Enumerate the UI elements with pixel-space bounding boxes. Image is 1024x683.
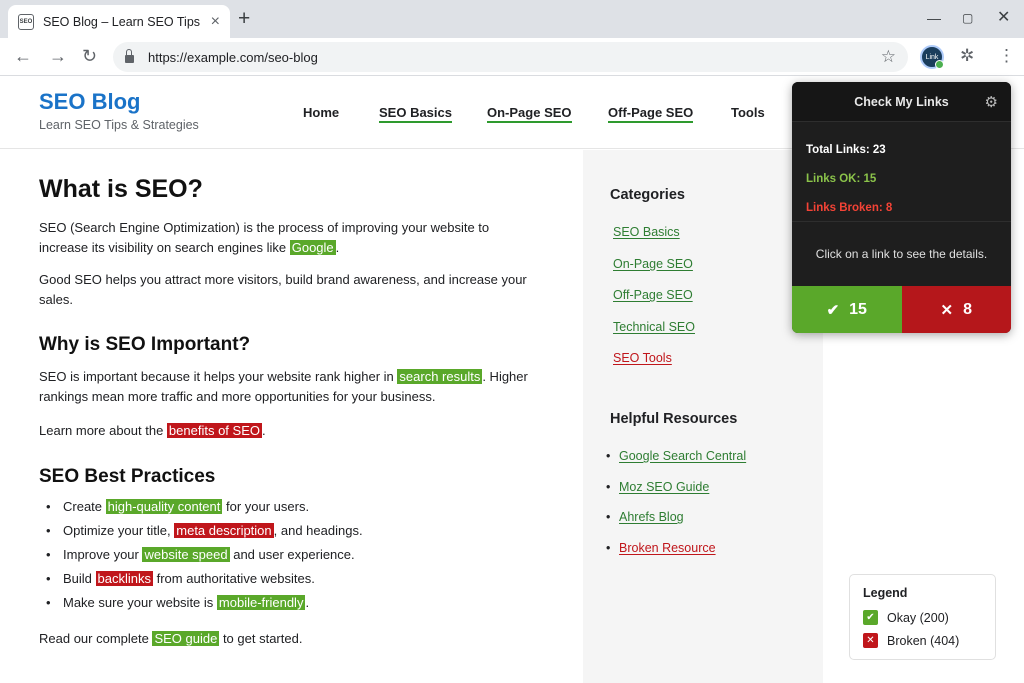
- best-practices-list: Create high-quality content for your use…: [46, 495, 363, 615]
- list-item: Create high-quality content for your use…: [46, 495, 363, 519]
- total-links-stat: Total Links: 23: [806, 144, 886, 156]
- kebab-menu-icon[interactable]: ⋮: [998, 46, 1015, 66]
- close-tab-icon[interactable]: ×: [211, 13, 220, 31]
- list-item: Improve your website speed and user expe…: [46, 543, 363, 567]
- list-item: • Moz SEO Guide: [606, 480, 710, 494]
- browser-toolbar: ← → ↻ https://example.com/seo-blog ☆ Lin…: [0, 38, 1024, 76]
- heading-why-important: Why is SEO Important?: [39, 334, 251, 355]
- legend-title: Legend: [863, 586, 908, 600]
- url-text: https://example.com/seo-blog: [148, 49, 318, 65]
- favicon-icon: SEO: [18, 13, 34, 30]
- category-seo-tools[interactable]: SEO Tools: [613, 351, 672, 365]
- address-bar[interactable]: https://example.com/seo-blog ☆: [113, 42, 908, 72]
- check-my-links-extension-button[interactable]: Link: [920, 45, 944, 69]
- legend-item-broken: ✕ Broken (404): [863, 629, 995, 652]
- list-item: • Broken Resource: [606, 541, 716, 555]
- nav-seo-basics[interactable]: SEO Basics: [379, 105, 452, 123]
- popup-title: Check My Links: [854, 94, 949, 109]
- check-my-links-popup: Check My Links ⚙ Total Links: 23 Links O…: [792, 82, 1011, 333]
- category-on-page-seo[interactable]: On-Page SEO: [613, 257, 693, 271]
- browser-tab[interactable]: SEO SEO Blog – Learn SEO Tips ×: [8, 5, 230, 38]
- broken-count: 8: [963, 300, 972, 318]
- heading-best-practices: SEO Best Practices: [39, 466, 216, 487]
- resource-google-search-central[interactable]: Google Search Central: [619, 449, 746, 463]
- paragraph-learn-more: Learn more about the benefits of SEO.: [39, 423, 266, 438]
- list-item: • Ahrefs Blog: [606, 510, 684, 524]
- popup-stats: Total Links: 23 Links OK: 15 Links Broke…: [792, 122, 1011, 222]
- show-ok-links-button[interactable]: ✔ 15: [792, 286, 902, 333]
- x-icon: ✕: [940, 301, 954, 319]
- list-item: • Google Search Central: [606, 449, 747, 463]
- nav-off-page-seo[interactable]: Off-Page SEO: [608, 105, 694, 123]
- legend-item-ok: ✔ Okay (200): [863, 606, 995, 629]
- site-title[interactable]: SEO Blog: [39, 89, 140, 115]
- list-item: Optimize your title, meta description, a…: [46, 519, 363, 543]
- link-benefits-of-seo[interactable]: benefits of SEO: [166, 423, 262, 438]
- check-icon: ✔: [863, 610, 878, 625]
- list-item: Make sure your website is mobile-friendl…: [46, 591, 363, 615]
- link-meta-description[interactable]: meta description: [174, 523, 274, 538]
- paragraph-benefits: Good SEO helps you attract more visitors…: [39, 272, 527, 307]
- legend-ok-label: Okay (200): [887, 610, 949, 625]
- link-google[interactable]: Google: [289, 240, 336, 255]
- maximize-icon[interactable]: ▢: [962, 9, 973, 27]
- check-icon: ✔: [826, 301, 840, 319]
- bookmark-star-icon[interactable]: ☆: [881, 47, 896, 67]
- forward-icon[interactable]: →: [49, 46, 67, 66]
- links-broken-stat: Links Broken: 8: [806, 202, 893, 214]
- legend: Legend ✔ Okay (200) ✕ Broken (404): [849, 574, 996, 660]
- link-high-quality-content[interactable]: high-quality content: [105, 499, 223, 514]
- link-website-speed[interactable]: website speed: [142, 547, 230, 562]
- back-icon[interactable]: ←: [14, 46, 32, 66]
- close-window-icon[interactable]: ✕: [997, 9, 1010, 27]
- list-item: Build backlinks from authoritative websi…: [46, 567, 363, 591]
- gear-icon[interactable]: ⚙: [985, 93, 998, 111]
- article-title: What is SEO?: [39, 175, 203, 203]
- tab-strip: SEO SEO Blog – Learn SEO Tips × + — ▢ ✕: [0, 0, 1024, 38]
- category-off-page-seo[interactable]: Off-Page SEO: [613, 288, 693, 302]
- lock-icon[interactable]: [125, 49, 134, 63]
- resource-broken-resource[interactable]: Broken Resource: [619, 541, 716, 555]
- categories-heading: Categories: [610, 187, 685, 203]
- popup-header: Check My Links ⚙: [792, 82, 1011, 122]
- minimize-icon[interactable]: —: [927, 9, 941, 27]
- article: What is SEO? SEO (Search Engine Optimiza…: [0, 150, 583, 683]
- resource-ahrefs-blog[interactable]: Ahrefs Blog: [619, 510, 684, 524]
- new-tab-button[interactable]: +: [238, 8, 250, 30]
- link-mobile-friendly[interactable]: mobile-friendly: [216, 595, 306, 610]
- nav-on-page-seo[interactable]: On-Page SEO: [487, 105, 572, 123]
- nav-home[interactable]: Home: [303, 105, 339, 121]
- paragraph-guide: Read our complete SEO guide to get start…: [39, 631, 303, 646]
- resources-heading: Helpful Resources: [610, 411, 738, 427]
- paragraph-intro: SEO (Search Engine Optimization) is the …: [39, 220, 490, 255]
- links-ok-stat: Links OK: 15: [806, 173, 877, 185]
- x-icon: ✕: [863, 633, 878, 648]
- link-backlinks[interactable]: backlinks: [95, 571, 153, 586]
- category-seo-basics[interactable]: SEO Basics: [613, 225, 680, 239]
- category-technical-seo[interactable]: Technical SEO: [613, 320, 695, 334]
- legend-broken-label: Broken (404): [887, 633, 960, 648]
- reload-icon[interactable]: ↻: [82, 46, 97, 66]
- extension-badge-label: Link: [925, 53, 939, 61]
- resource-moz-seo-guide[interactable]: Moz SEO Guide: [619, 480, 709, 494]
- nav-tools[interactable]: Tools: [731, 105, 765, 121]
- extension-status-dot: [935, 60, 944, 69]
- puzzle-icon[interactable]: ✲: [960, 46, 974, 66]
- ok-count: 15: [849, 300, 867, 318]
- popup-filter-buttons: ✔ 15 ✕ 8: [792, 286, 1011, 333]
- site-tagline: Learn SEO Tips & Strategies: [39, 118, 199, 132]
- sidebar: Categories SEO Basics On-Page SEO Off-Pa…: [583, 150, 823, 683]
- link-seo-guide[interactable]: SEO guide: [152, 631, 220, 646]
- popup-hint: Click on a link to see the details.: [815, 246, 988, 261]
- link-search-results[interactable]: search results: [397, 369, 483, 384]
- tab-title: SEO Blog – Learn SEO Tips: [43, 14, 201, 29]
- show-broken-links-button[interactable]: ✕ 8: [901, 286, 1011, 333]
- paragraph-importance: SEO is important because it helps your w…: [39, 369, 528, 404]
